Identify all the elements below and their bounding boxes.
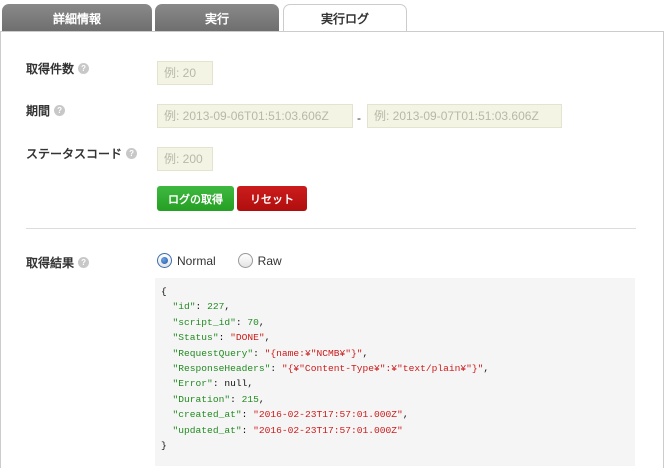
json-value: 227 [207, 301, 225, 313]
json-key: "id" [172, 301, 196, 313]
json-open-brace: { [161, 286, 167, 297]
json-close-brace: } [161, 440, 167, 452]
json-value: null [224, 378, 248, 390]
json-line: "script_id": 70, [172, 316, 265, 328]
period-to-input[interactable] [367, 104, 562, 128]
json-value: "2016-02-23T17:57:01.000Z" [253, 424, 403, 436]
json-value: "{¥"Content-Type¥":¥"text/plain¥"}" [281, 363, 484, 375]
json-line: "Status": "DONE", [172, 332, 271, 344]
fetch-log-button[interactable]: ログの取得 [157, 186, 234, 211]
help-icon[interactable]: ? [126, 148, 138, 159]
tab-details[interactable]: 詳細情報 [2, 4, 152, 32]
help-icon[interactable]: ? [78, 257, 90, 268]
period-label-text: 期間 [26, 104, 51, 118]
radio-raw[interactable]: Raw [237, 253, 282, 268]
help-icon[interactable]: ? [78, 63, 90, 74]
json-key: "created_at" [172, 409, 242, 421]
json-line: "created_at": "2016-02-23T17:57:01.000Z"… [172, 409, 409, 421]
radio-unchecked-icon[interactable] [237, 253, 253, 268]
json-line: "RequestQuery": "{name:¥"NCMB¥"}", [172, 347, 369, 359]
reset-button[interactable]: リセット [237, 186, 307, 211]
json-lines: "id": 227, "script_id": 70, "Status": "D… [161, 299, 629, 438]
json-value: 70 [247, 316, 259, 328]
result-json-view: { "id": 227, "script_id": 70, "Status": … [155, 278, 635, 466]
json-key: "updated_at" [172, 424, 242, 436]
radio-checked-icon[interactable] [157, 253, 172, 268]
section-divider [26, 228, 636, 229]
json-key: "ResponseHeaders" [172, 363, 271, 375]
period-separator: - [357, 111, 361, 125]
radio-dot-icon [161, 257, 168, 264]
json-line: "updated_at": "2016-02-23T17:57:01.000Z" [172, 424, 403, 436]
json-value: "DONE" [230, 332, 265, 344]
json-key: "Error" [172, 378, 213, 390]
json-line: "Duration": 215, [172, 393, 265, 405]
tab-execution-log[interactable]: 実行ログ [283, 4, 407, 32]
json-key: "RequestQuery" [172, 347, 254, 359]
radio-normal[interactable]: Normal [157, 253, 216, 268]
json-line: "ResponseHeaders": "{¥"Content-Type¥":¥"… [172, 363, 490, 375]
results-label: 取得結果 ? [26, 254, 90, 271]
json-value: "2016-02-23T17:57:01.000Z" [253, 409, 403, 421]
json-key: "Status" [172, 332, 219, 344]
count-input[interactable] [157, 61, 213, 85]
status-code-input[interactable] [157, 147, 213, 171]
json-line: "Error": null, [172, 378, 254, 390]
tab-bar: 詳細情報 実行 実行ログ [0, 0, 664, 32]
count-label: 取得件数 ? [26, 60, 90, 77]
radio-raw-label: Raw [257, 253, 282, 268]
format-radio-group: Normal Raw [157, 253, 304, 268]
help-icon[interactable]: ? [54, 105, 66, 116]
json-key: "Duration" [172, 393, 231, 405]
results-label-text: 取得結果 [26, 256, 75, 270]
json-value: 215 [241, 393, 259, 405]
count-label-text: 取得件数 [26, 62, 75, 76]
json-line: "id": 227, [172, 301, 231, 313]
json-key: "script_id" [172, 316, 236, 328]
status-code-label: ステータスコード ? [26, 145, 138, 162]
json-value: "{name:¥"NCMB¥"}" [264, 347, 363, 359]
period-from-input[interactable] [157, 104, 353, 128]
tab-execute[interactable]: 実行 [155, 4, 279, 32]
status-code-label-text: ステータスコード [26, 147, 123, 161]
radio-normal-label: Normal [177, 253, 216, 268]
period-label: 期間 ? [26, 102, 66, 119]
